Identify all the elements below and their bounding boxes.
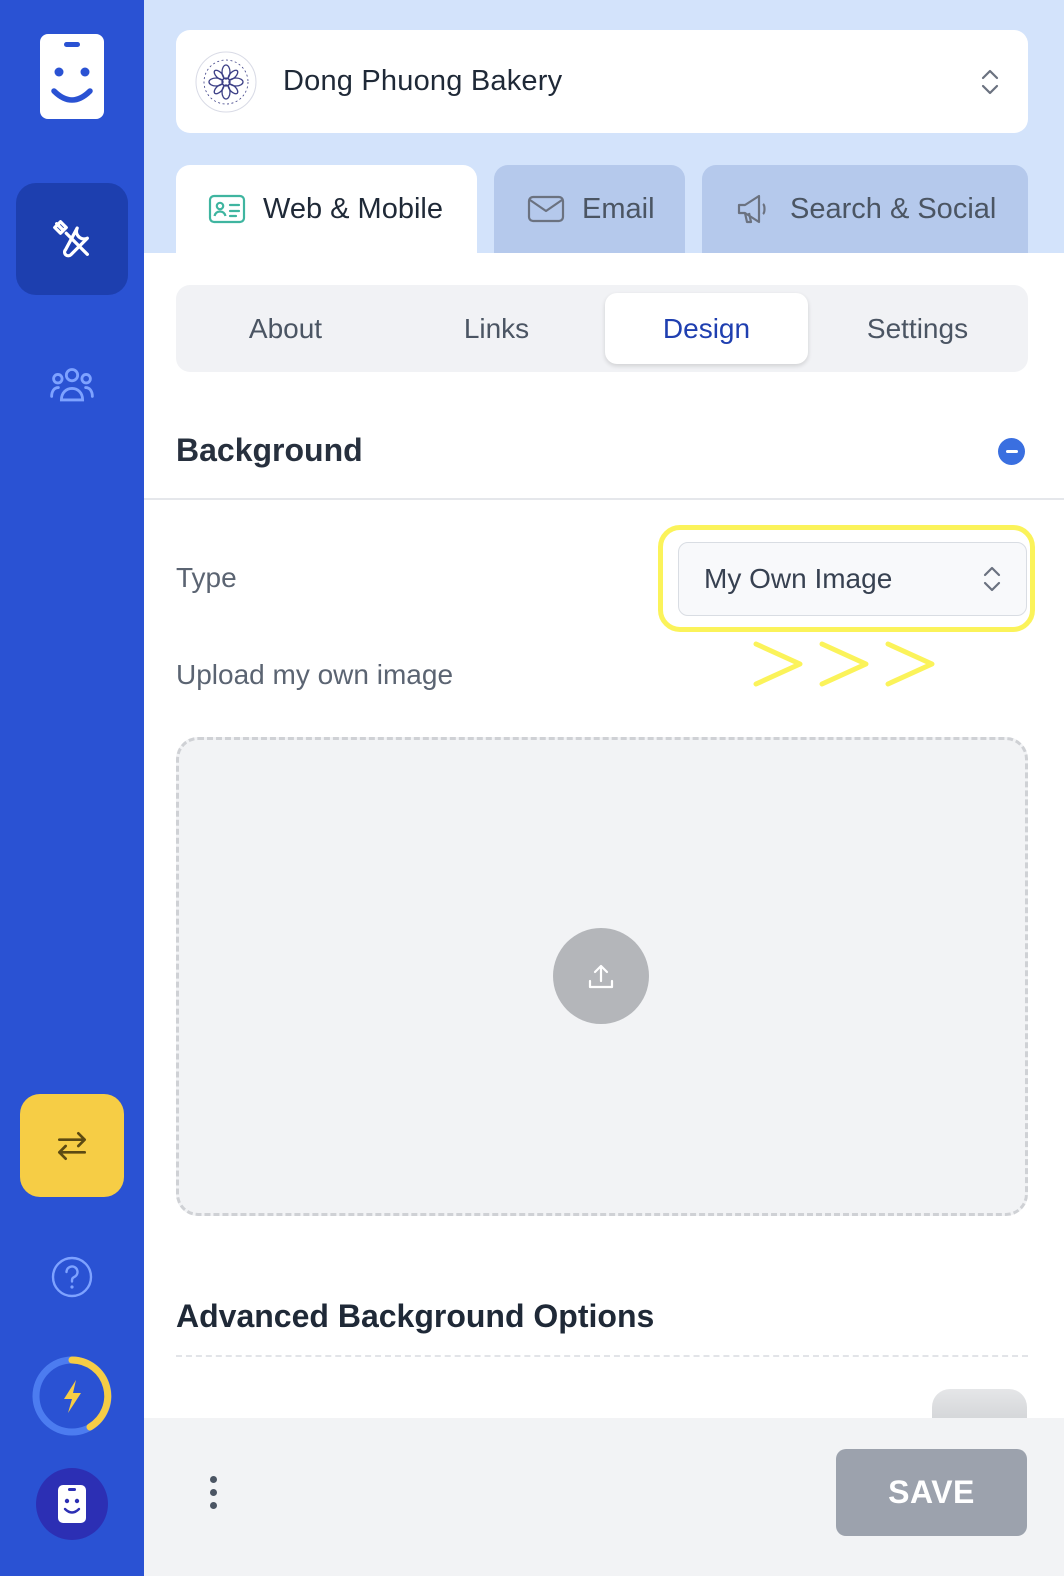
- question-circle-icon: [51, 1256, 93, 1298]
- lightning-bolt-icon: [32, 1356, 112, 1436]
- tab-links[interactable]: Links: [395, 293, 598, 364]
- advanced-divider: [176, 1355, 1028, 1357]
- avatar[interactable]: [36, 1468, 108, 1540]
- upload-button[interactable]: [553, 928, 649, 1024]
- background-type-value: My Own Image: [704, 563, 893, 594]
- dot: [209, 1488, 217, 1496]
- tab-about[interactable]: About: [184, 293, 387, 364]
- more-options-button[interactable]: [198, 1472, 228, 1512]
- background-section-title: Background: [176, 432, 363, 468]
- background-type-select[interactable]: My Own Image: [678, 542, 1027, 616]
- app-logo[interactable]: [40, 34, 104, 119]
- tab-email[interactable]: Email: [494, 165, 685, 253]
- arrows-annotation-icon: [753, 641, 935, 687]
- dot: [209, 1475, 217, 1483]
- minus-icon: [1005, 450, 1018, 453]
- tab-settings[interactable]: Settings: [816, 293, 1019, 364]
- section-tabs: About Links Design Settings: [176, 285, 1028, 372]
- chevron-up-down-icon: [981, 69, 999, 94]
- advanced-options-title: Advanced Background Options: [176, 1298, 655, 1334]
- bakery-logo-icon: [195, 51, 257, 112]
- chevron-up-down-icon: [983, 566, 1001, 592]
- tab-email-label: Email: [582, 192, 655, 225]
- tab-web-mobile-label: Web & Mobile: [263, 192, 443, 225]
- tab-search-social[interactable]: Search & Social: [702, 165, 1028, 253]
- id-card-icon: [208, 194, 246, 224]
- device-smiley-icon: [58, 1485, 86, 1523]
- team-icon: [50, 368, 94, 402]
- business-selector[interactable]: Dong Phuong Bakery: [176, 30, 1028, 133]
- upload-icon: [588, 964, 614, 989]
- nav-design-tools[interactable]: [16, 183, 128, 295]
- upload-label: Upload my own image: [176, 659, 454, 690]
- megaphone-icon: [737, 194, 766, 224]
- switch-button[interactable]: [20, 1094, 124, 1197]
- tab-search-social-label: Search & Social: [790, 192, 997, 225]
- tab-design[interactable]: Design: [605, 293, 808, 364]
- save-button[interactable]: SAVE: [836, 1449, 1027, 1536]
- section-divider: [144, 498, 1064, 500]
- tab-web-mobile[interactable]: Web & Mobile: [176, 165, 477, 253]
- envelope-icon: [527, 195, 565, 223]
- dot: [209, 1501, 217, 1509]
- smiley-logo-icon: [51, 42, 93, 103]
- sidebar: [0, 0, 144, 1576]
- usage-progress[interactable]: [31, 1355, 113, 1437]
- swap-arrows-icon: [57, 1131, 87, 1160]
- nav-team[interactable]: [44, 358, 100, 410]
- tools-icon: [53, 220, 89, 258]
- type-label: Type: [176, 562, 237, 593]
- collapse-button[interactable]: [998, 438, 1025, 465]
- help-button[interactable]: [50, 1255, 94, 1299]
- business-name: Dong Phuong Bakery: [283, 65, 563, 97]
